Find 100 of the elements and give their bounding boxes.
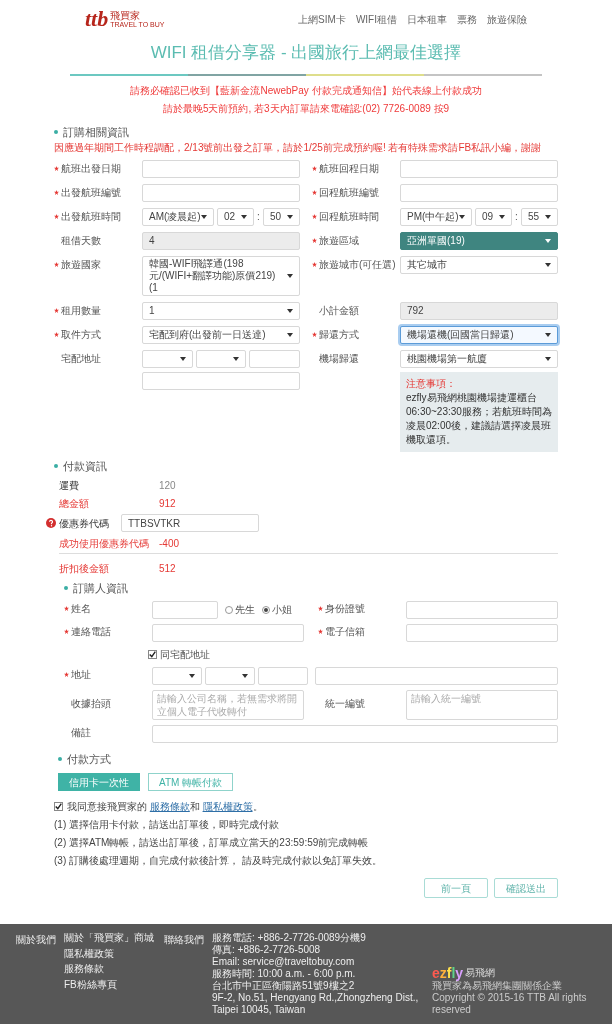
- required-icon: [54, 213, 59, 219]
- note-title: 注意事項：: [406, 376, 457, 391]
- help-icon[interactable]: [46, 518, 56, 528]
- field-label: 備註: [71, 727, 91, 740]
- text-field[interactable]: [142, 371, 300, 390]
- caret-icon: [201, 214, 207, 219]
- required-icon: [312, 213, 317, 219]
- payment-label: 折扣後金額: [59, 561, 110, 576]
- notice-text: 請於最晚5天前預約, 若3天內訂單請來電確認:(02) 7726-0089 按9: [162, 101, 450, 116]
- field-label: 取件方式: [61, 328, 101, 341]
- payment-amount: 512: [159, 561, 176, 576]
- text-field[interactable]: 請輸入公司名稱，若無需求將開立個人電子代收轉付: [152, 689, 304, 720]
- select-field[interactable]: 1: [142, 301, 300, 320]
- partner-line: 飛買家為易飛網集團關係企業: [432, 980, 563, 992]
- select-field[interactable]: 桃園機場第一航廈: [400, 349, 558, 368]
- select-field[interactable]: AM(凌晨起): [142, 207, 214, 226]
- caret-icon: [545, 332, 551, 337]
- caret-icon: [287, 332, 293, 337]
- nav-link[interactable]: 上網SIM卡: [298, 11, 346, 27]
- required-icon: [64, 606, 69, 612]
- text-field[interactable]: [400, 159, 558, 178]
- nav-link[interactable]: 旅遊保險: [487, 11, 527, 27]
- select-field[interactable]: [152, 666, 202, 685]
- payment-amount: 120: [159, 478, 176, 493]
- field-label: 航班出發日期: [61, 162, 121, 175]
- select-field[interactable]: PM(中午起): [400, 207, 472, 226]
- bullet-icon: [64, 586, 68, 591]
- contact-line: 服務電話: +886-2-7726-0089分機9: [212, 932, 367, 944]
- field-label: 旅遊城市(可任選): [319, 258, 396, 271]
- select-field[interactable]: 50: [262, 207, 300, 226]
- radio-button[interactable]: [225, 605, 233, 614]
- field-label: 身份證號: [325, 603, 365, 616]
- text-field[interactable]: [406, 600, 558, 619]
- contact-line: Taipei 10045, Taiwan: [212, 1004, 307, 1016]
- caret-icon: [241, 214, 248, 219]
- field-label: 租用數量: [61, 304, 101, 317]
- checkbox[interactable]: [148, 649, 157, 659]
- footer-link[interactable]: 隱私權政策: [64, 947, 156, 960]
- select-field[interactable]: 02: [217, 207, 255, 226]
- page-title: WIFI 租借分享器 - 出國旅行上網最佳選擇: [149, 42, 463, 64]
- time-separator: :: [257, 210, 260, 224]
- select-field[interactable]: 09: [475, 207, 513, 226]
- select-field[interactable]: 韓國-WIFI飛譯通(198元/(WIFI+翻譯功能)原價219)(1: [142, 255, 300, 296]
- note-text: ezfly易飛網桃園機場捷運櫃台06:30~23:30服務；若航班時間為凌晨02:00後，建議請選擇凌晨班機取還項。: [406, 390, 552, 447]
- caret-icon: [459, 214, 465, 219]
- text-field[interactable]: [142, 183, 300, 202]
- bullet-icon: [54, 463, 58, 468]
- footer-link[interactable]: 關於「飛買家」商城: [64, 932, 156, 945]
- caret-icon: [499, 214, 506, 219]
- ezfly-subtitle: 易飛網: [465, 966, 496, 980]
- text-field[interactable]: [152, 623, 304, 642]
- select-field[interactable]: [205, 666, 255, 685]
- caret-icon: [545, 356, 551, 361]
- nav-link[interactable]: WIFI租借: [355, 11, 397, 27]
- field-label: 姓名: [71, 603, 91, 616]
- payment-label: 優惠券代碼: [59, 516, 110, 531]
- text-field[interactable]: [152, 600, 218, 619]
- select-field[interactable]: 機場還機(回國當日歸還): [400, 325, 558, 344]
- field-label: 回程航班編號: [319, 186, 379, 199]
- select-field[interactable]: [195, 349, 247, 368]
- required-icon: [318, 606, 323, 612]
- caret-icon: [189, 673, 195, 678]
- text-field[interactable]: [249, 349, 300, 368]
- select-field[interactable]: 亞洲單國(19): [400, 231, 558, 250]
- radio-label: 小姐: [272, 603, 292, 617]
- policy-link[interactable]: 服務條款: [149, 801, 190, 812]
- select-field[interactable]: 其它城市: [400, 255, 558, 274]
- payment-note: (3) 訂購後處理週期，自完成付款後計算， 請及時完成付款以免訂單失效。: [54, 854, 383, 868]
- text-field[interactable]: TTBSVTKR: [121, 514, 259, 532]
- field-label: 租借天數: [61, 234, 101, 247]
- text-field[interactable]: [142, 159, 300, 178]
- text-field[interactable]: [152, 724, 558, 743]
- radio-button[interactable]: [262, 605, 270, 614]
- required-icon: [64, 672, 69, 678]
- contact-line: Email: service@traveltobuy.com: [212, 956, 356, 968]
- nav-link[interactable]: 日本租車: [407, 11, 447, 27]
- checkbox-label: 同宅配地址: [160, 647, 210, 662]
- select-field[interactable]: [142, 349, 193, 368]
- caret-icon: [545, 238, 551, 243]
- field-label: 宅配地址: [61, 352, 101, 365]
- payment-label: 總金額: [59, 496, 90, 511]
- text-field[interactable]: [258, 666, 308, 685]
- field-label: 航班回程日期: [319, 162, 379, 175]
- required-icon: [64, 629, 69, 635]
- caret-icon: [545, 214, 551, 219]
- bullet-icon: [54, 129, 58, 134]
- required-icon: [312, 261, 317, 267]
- partner-line: Copyright © 2015-16 TTB All rights reserved: [432, 992, 588, 1016]
- nav-link[interactable]: 票務: [457, 11, 477, 27]
- text-field[interactable]: [400, 183, 558, 202]
- checkbox[interactable]: [54, 802, 63, 811]
- footer-link[interactable]: 服務條款: [64, 963, 156, 976]
- text-field[interactable]: [406, 623, 558, 642]
- select-field[interactable]: 宅配到府(出發前一日送達): [142, 325, 300, 344]
- select-field[interactable]: 55: [520, 207, 558, 226]
- policy-link[interactable]: 隱私權政策: [202, 801, 253, 812]
- text-field[interactable]: [315, 666, 558, 685]
- contact-line: 9F-2, No.51, Hengyang Rd.,Zhongzheng Dist.,: [212, 992, 420, 1004]
- footer-link[interactable]: FB粉絲專頁: [64, 978, 156, 991]
- caret-icon: [545, 262, 551, 267]
